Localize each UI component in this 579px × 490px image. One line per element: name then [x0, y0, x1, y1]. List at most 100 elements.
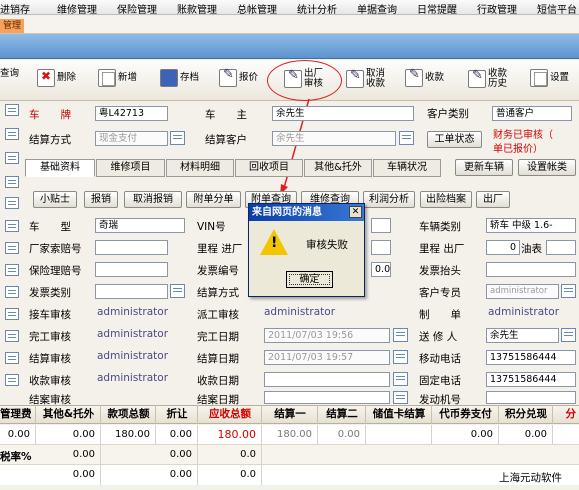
model-input[interactable]: 奇瑞 — [95, 218, 185, 233]
collect-audit-label: 收款审核 — [29, 375, 71, 387]
left-list-icon[interactable] — [5, 330, 19, 342]
save-button[interactable]: 存档 — [160, 69, 199, 87]
reimburse-button[interactable]: 报销 — [84, 191, 118, 208]
tab-basic-info[interactable]: 基础资料 — [25, 159, 95, 177]
tab-repair-items[interactable]: 维修项目 — [96, 159, 165, 177]
settle-customer-picker-icon[interactable] — [399, 131, 414, 145]
invoice-amount-input[interactable]: 0.00 — [371, 262, 391, 277]
landline-input[interactable]: 13751586444 — [486, 372, 576, 387]
tab-vehicle-status[interactable]: 车辆状况 — [373, 159, 441, 177]
insurance-claim-label: 保险理赔号 — [29, 265, 82, 277]
settle-date-calendar-icon[interactable] — [393, 350, 408, 364]
mileage-in-input[interactable] — [371, 240, 391, 255]
collect-date-input[interactable] — [264, 372, 390, 387]
invoice-type-picker-icon[interactable] — [170, 284, 185, 298]
left-list-icon[interactable] — [5, 242, 19, 254]
invoice-type-input[interactable] — [95, 284, 168, 299]
settle-date-input[interactable]: 2011/07/03 19:57 — [264, 350, 390, 365]
left-list-icon[interactable] — [5, 352, 19, 364]
invoice-head-input[interactable] — [486, 262, 576, 277]
tab-material-details[interactable]: 材料明细 — [166, 159, 234, 177]
left-list-icon[interactable] — [5, 197, 19, 209]
settings-button[interactable]: 设置 — [530, 69, 569, 87]
annotation-circle — [267, 60, 342, 101]
menu-item-query[interactable]: 单据查询 — [357, 1, 397, 16]
customer-type-select[interactable]: 普通客户 — [492, 106, 572, 121]
claim-archive-button[interactable]: 出险档案 — [420, 191, 472, 208]
profit-analysis-button[interactable]: 利润分析 — [363, 191, 415, 208]
finish-date-calendar-icon[interactable] — [393, 328, 408, 342]
customer-rep-picker-icon[interactable] — [561, 284, 576, 298]
left-list-icon[interactable] — [5, 264, 19, 276]
menu-item-accounts[interactable]: 账款管理 — [177, 1, 217, 16]
sender-picker-icon[interactable] — [561, 328, 576, 342]
left-list-icon[interactable] — [5, 176, 19, 188]
attach-split-button[interactable]: 附单分单 — [186, 191, 241, 208]
insurance-claim-input[interactable] — [95, 262, 168, 277]
owner-input[interactable]: 余先生 — [272, 106, 414, 121]
tips-button[interactable]: 小贴士 — [33, 191, 77, 208]
vehicle-class-select[interactable]: 轿车 中级 1.6- — [486, 218, 576, 233]
collect-button[interactable]: 收款 — [405, 69, 444, 87]
left-list-icon[interactable] — [5, 286, 19, 298]
tab-other-outsource[interactable]: 其他&托外 — [304, 159, 372, 177]
query-button[interactable]: 查询 — [0, 69, 19, 79]
cancel-reimburse-button[interactable]: 取消报销 — [124, 191, 182, 208]
archive-date-input[interactable] — [264, 391, 390, 404]
settle-method-input[interactable]: 现金支付 — [95, 131, 168, 146]
fuel-input[interactable] — [546, 240, 576, 255]
sender-input[interactable]: 余先生 — [486, 328, 559, 343]
set-account-type-button[interactable]: 设置帐类 — [518, 159, 576, 176]
cell-settle-one: 180.00 — [263, 425, 318, 445]
finance-note-line1: 财务已审核（ — [493, 130, 553, 141]
factory-claim-input[interactable] — [95, 240, 168, 255]
ok-button[interactable]: 确定 — [286, 271, 333, 288]
receive-audit-label: 接车审核 — [29, 309, 71, 321]
mileage-in-label: 里程 进厂 — [197, 243, 243, 255]
mobile-input[interactable]: 13751586444 — [486, 350, 576, 365]
customer-rep-input[interactable]: administrator — [486, 284, 559, 299]
finish-date-input[interactable]: 2011/07/03 19:56 — [264, 328, 390, 343]
menu-item-repair[interactable]: 维修管理 — [57, 1, 97, 16]
left-list-icon[interactable] — [5, 152, 19, 164]
checkout-button[interactable]: 出厂 — [476, 191, 510, 208]
cancel-collect-button[interactable]: 取消收款 — [346, 69, 385, 89]
finish-audit-value: administrator — [97, 328, 169, 340]
engine-number-input[interactable] — [486, 391, 576, 404]
plate-input[interactable]: 粤L42713 — [95, 106, 168, 121]
cell-management-fee: 0.00 — [0, 425, 36, 445]
delete-button[interactable]: 删除 — [37, 69, 76, 87]
left-list-icon[interactable] — [5, 308, 19, 320]
col-header-management-fee: 管理费 — [0, 405, 36, 424]
vin-input[interactable] — [371, 218, 391, 233]
menu-item-insurance[interactable]: 保险管理 — [117, 1, 157, 16]
tab-management[interactable]: 管理 — [0, 19, 24, 33]
customer-rep-label: 客户专员 — [419, 287, 461, 299]
dialog-message: 审核失败 — [306, 239, 348, 251]
mileage-out-input[interactable]: 0 — [486, 240, 520, 255]
maker-label: 制 单 — [419, 309, 461, 321]
left-list-icon[interactable] — [5, 220, 19, 232]
update-vehicle-button[interactable]: 更新车辆 — [455, 159, 513, 176]
collect-date-calendar-icon[interactable] — [393, 372, 408, 386]
left-list-icon[interactable] — [5, 128, 19, 140]
new-button[interactable]: 新增 — [98, 69, 137, 87]
tab-recycle-items[interactable]: 回收项目 — [235, 159, 303, 177]
archive-date-calendar-icon[interactable] — [393, 391, 408, 404]
menu-item-reminders[interactable]: 日常提醒 — [417, 1, 457, 16]
collect-history-button[interactable]: 收款历史 — [468, 69, 507, 89]
work-status-button[interactable]: 工单状态 — [427, 131, 482, 148]
left-list-icon[interactable] — [5, 104, 19, 116]
menu-item-inventory[interactable]: 进销存 — [0, 1, 30, 16]
left-list-icon[interactable] — [5, 374, 19, 386]
settle-method-picker-icon[interactable] — [170, 131, 185, 145]
menu-item-admin[interactable]: 行政管理 — [477, 1, 517, 16]
quote-button[interactable]: 报价 — [219, 69, 258, 87]
menu-item-ledger[interactable]: 总帐管理 — [237, 1, 277, 16]
menu-item-sms[interactable]: 短信平台 — [537, 1, 577, 16]
close-icon[interactable]: ✕ — [349, 206, 362, 218]
settle-customer-input[interactable]: 余先生 — [272, 131, 396, 146]
menu-item-statistics[interactable]: 统计分析 — [297, 1, 337, 16]
cell-other-outsource-row2: 0.00 — [37, 445, 101, 465]
collect-history-line2: 历史 — [488, 78, 508, 89]
